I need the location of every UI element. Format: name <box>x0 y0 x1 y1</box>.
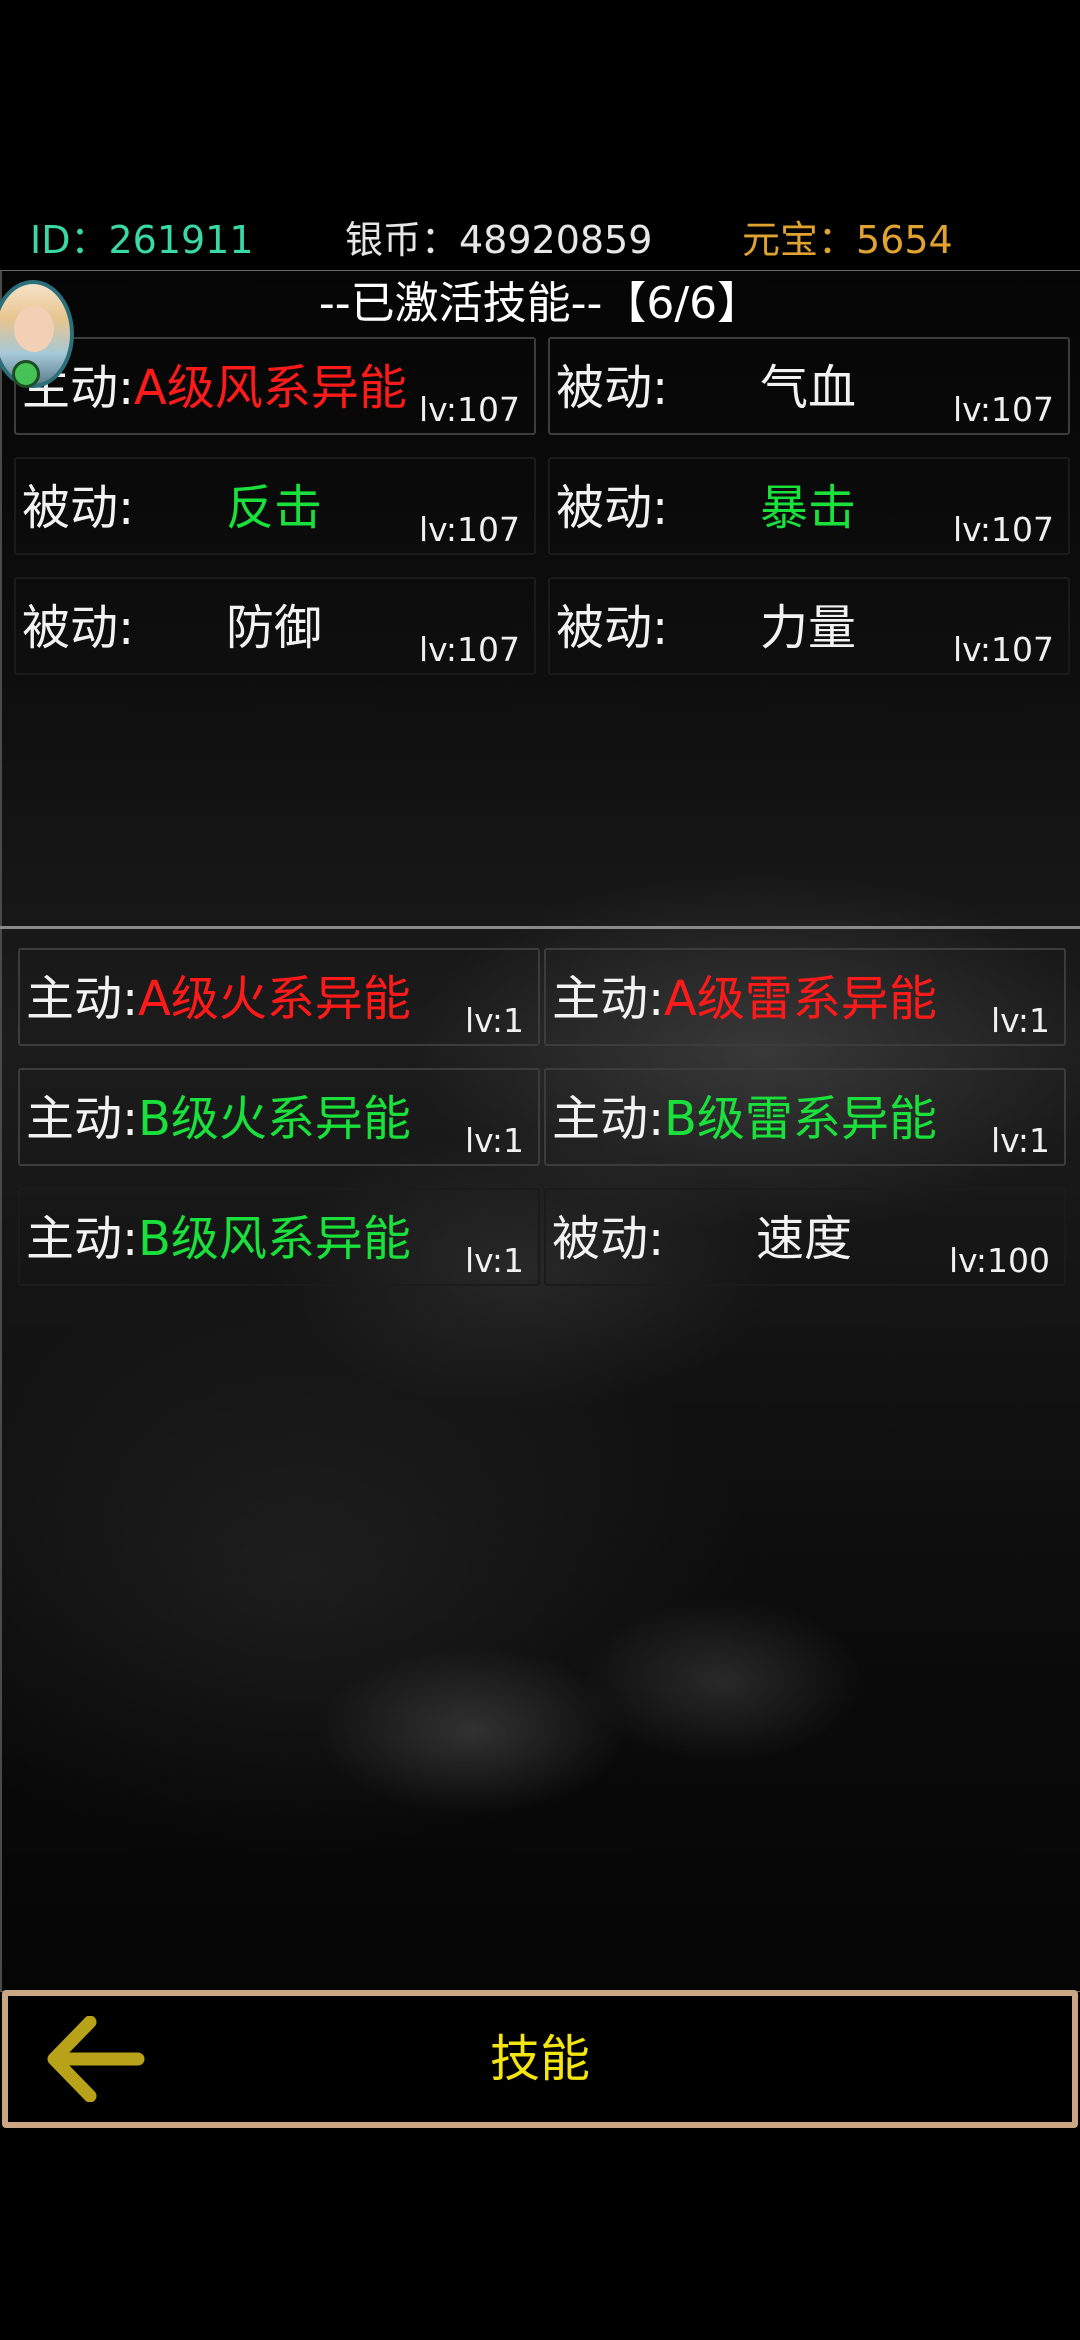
activated-skill-6[interactable]: 被动: 力量 lv:107 <box>548 577 1070 675</box>
skill-level: lv:1 <box>464 1241 524 1280</box>
activated-skill-5[interactable]: 被动: 防御 lv:107 <box>14 577 536 675</box>
avatar-face <box>14 306 54 352</box>
currency-bar: ID：261911 银币：48920859 元宝：5654 <box>0 205 1080 275</box>
skill-level: lv:1 <box>990 1121 1050 1160</box>
bottom-bar: 技能 <box>2 1990 1078 2128</box>
skill-type: 被动: <box>22 480 135 536</box>
available-skill-2[interactable]: 主动: A级雷系异能 lv:1 <box>544 948 1066 1046</box>
activated-skill-4[interactable]: 被动: 暴击 lv:107 <box>548 457 1070 555</box>
activated-skill-2[interactable]: 被动: 气血 lv:107 <box>548 337 1070 435</box>
skill-name: 反击 <box>226 480 323 536</box>
skill-type: 被动: <box>552 1211 665 1267</box>
skill-type: 主动: <box>26 971 139 1027</box>
skill-level: lv:107 <box>419 390 520 429</box>
player-id: ID：261911 <box>30 218 254 262</box>
available-skill-3[interactable]: 主动: B级火系异能 lv:1 <box>18 1068 540 1166</box>
skill-name: 气血 <box>760 360 857 416</box>
skill-name: B级风系异能 <box>138 1211 411 1267</box>
section-divider <box>0 926 1080 929</box>
skill-type: 主动: <box>26 1211 139 1267</box>
avatar-status-icon <box>12 360 40 388</box>
available-skill-1[interactable]: 主动: A级火系异能 lv:1 <box>18 948 540 1046</box>
skill-name: 暴击 <box>760 480 857 536</box>
skill-name: A级风系异能 <box>134 360 407 416</box>
available-skill-6[interactable]: 被动: 速度 lv:100 <box>544 1188 1066 1286</box>
screen-title: 技能 <box>490 2030 590 2088</box>
skill-name: A级雷系异能 <box>664 971 937 1027</box>
skill-type: 被动: <box>556 360 669 416</box>
available-skill-5[interactable]: 主动: B级风系异能 lv:1 <box>18 1188 540 1286</box>
skill-name: 速度 <box>756 1211 853 1267</box>
gold-balance: 元宝：5654 <box>742 218 953 262</box>
skill-level: lv:1 <box>990 1001 1050 1040</box>
skill-level: lv:107 <box>953 390 1054 429</box>
skill-type: 主动: <box>552 971 665 1027</box>
available-skill-4[interactable]: 主动: B级雷系异能 lv:1 <box>544 1068 1066 1166</box>
skills-screen: ID：261911 银币：48920859 元宝：5654 --已激活技能--【… <box>0 0 1080 2340</box>
skill-name: 力量 <box>760 600 857 656</box>
skill-name: B级雷系异能 <box>664 1091 937 1147</box>
skill-level: lv:107 <box>419 630 520 669</box>
skill-type: 被动: <box>556 600 669 656</box>
activated-skills-title: --已激活技能--【6/6】 <box>318 278 762 329</box>
silver-balance: 银币：48920859 <box>345 218 653 262</box>
activated-skill-3[interactable]: 被动: 反击 lv:107 <box>14 457 536 555</box>
skill-type: 主动: <box>26 1091 139 1147</box>
skill-level: lv:100 <box>949 1241 1050 1280</box>
skill-type: 主动: <box>552 1091 665 1147</box>
skill-level: lv:107 <box>953 630 1054 669</box>
skill-type: 被动: <box>22 600 135 656</box>
skill-name: 防御 <box>226 600 323 656</box>
skill-type: 被动: <box>556 480 669 536</box>
skill-level: lv:1 <box>464 1001 524 1040</box>
skill-level: lv:1 <box>464 1121 524 1160</box>
activated-skill-1[interactable]: 主动: A级风系异能 lv:107 <box>14 337 536 435</box>
skill-level: lv:107 <box>953 510 1054 549</box>
skill-name: A级火系异能 <box>138 971 411 1027</box>
skill-level: lv:107 <box>419 510 520 549</box>
skill-name: B级火系异能 <box>138 1091 411 1147</box>
